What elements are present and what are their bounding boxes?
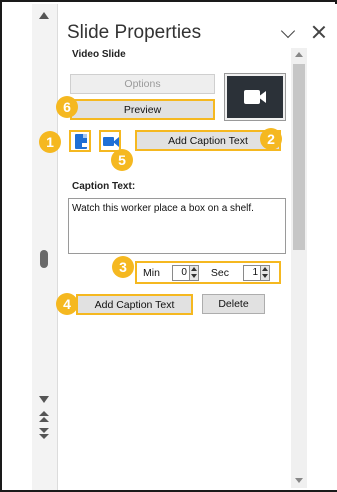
slide-scrollbar[interactable] (32, 4, 58, 490)
seconds-label: Sec (210, 266, 230, 279)
minutes-down-arrow-icon[interactable] (190, 273, 197, 278)
minutes-stepper-buttons (188, 265, 198, 280)
callout-5: 5 (111, 149, 133, 171)
seconds-value[interactable]: 1 (244, 267, 260, 278)
seconds-up-arrow-icon[interactable] (262, 266, 269, 271)
seconds-down-arrow-icon[interactable] (262, 273, 269, 278)
caption-document-button[interactable] (69, 130, 91, 152)
close-icon[interactable] (311, 24, 327, 40)
panel-title: Slide Properties (67, 22, 202, 43)
caption-text-field[interactable]: Watch this worker place a box on a shelf… (68, 198, 286, 254)
callout-6: 6 (56, 96, 78, 118)
callout-4: 4 (56, 293, 78, 315)
panel-scroll-thumb[interactable] (293, 64, 305, 250)
callout-3: 3 (112, 256, 134, 278)
chevron-down-icon[interactable] (281, 26, 297, 40)
panel-scroll-down-icon[interactable] (295, 478, 303, 483)
window-frame: Slide Properties Video Slide Options Pre… (0, 0, 337, 492)
minutes-stepper[interactable]: 0 (171, 264, 199, 281)
previous-slide-icon[interactable] (37, 411, 51, 425)
scroll-up-arrow-icon[interactable] (39, 12, 49, 19)
preview-button[interactable]: Preview (70, 99, 215, 120)
slide-properties-panel: Slide Properties Video Slide Options Pre… (59, 4, 337, 490)
minutes-label: Min (143, 266, 160, 279)
caption-timing-group: Min 0 Sec 1 (135, 261, 281, 284)
minutes-value[interactable]: 0 (173, 267, 189, 278)
add-caption-text-button-bottom[interactable]: Add Caption Text (76, 294, 193, 315)
scroll-down-arrow-icon[interactable] (39, 396, 49, 403)
scroll-thumb[interactable] (40, 250, 48, 268)
section-title: Video Slide (72, 49, 126, 60)
callout-2: 2 (260, 128, 282, 150)
next-slide-icon[interactable] (37, 428, 51, 442)
seconds-stepper-buttons (260, 265, 270, 280)
callout-1: 1 (39, 131, 61, 153)
delete-button[interactable]: Delete (202, 294, 265, 314)
seconds-stepper[interactable]: 1 (243, 264, 271, 281)
video-caption-lens (113, 137, 119, 147)
video-camera-lens (258, 91, 266, 103)
panel-scroll-up-icon[interactable] (295, 52, 303, 57)
panel-scrollbar[interactable] (291, 48, 307, 488)
caption-text-label: Caption Text: (72, 181, 136, 192)
video-thumbnail[interactable] (224, 73, 286, 121)
document-mark (82, 143, 87, 147)
add-caption-text-button[interactable]: Add Caption Text (135, 130, 281, 151)
caption-document-icon (75, 134, 87, 149)
minutes-up-arrow-icon[interactable] (190, 266, 197, 271)
options-button[interactable]: Options (70, 74, 215, 94)
